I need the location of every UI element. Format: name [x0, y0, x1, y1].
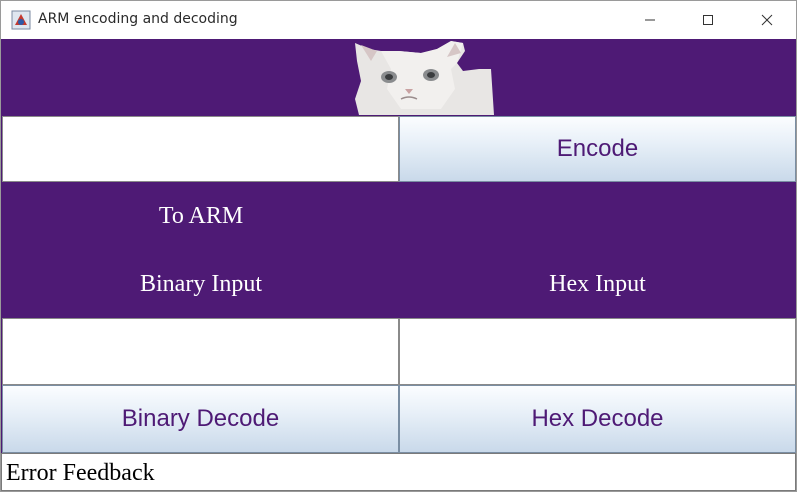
minimize-icon: [644, 11, 656, 30]
title-bar[interactable]: ARM encoding and decoding: [1, 1, 796, 39]
error-feedback: Error Feedback: [1, 453, 796, 491]
maximize-button[interactable]: [679, 1, 737, 39]
java-app-icon: [11, 10, 31, 30]
app-window: ARM encoding and decoding Encode To ARM …: [0, 0, 797, 492]
binary-input-field[interactable]: [2, 318, 399, 385]
binary-input-label: Binary Input: [140, 271, 262, 297]
hex-input-field[interactable]: [399, 318, 796, 385]
close-icon: [761, 11, 773, 30]
crying-cat-image: [351, 39, 495, 115]
encode-input[interactable]: [2, 116, 399, 182]
to-arm-label: To ARM: [158, 203, 244, 229]
hex-input-label: Hex Input: [549, 271, 646, 297]
close-button[interactable]: [738, 1, 796, 39]
minimize-button[interactable]: [621, 1, 679, 39]
encode-button[interactable]: Encode: [399, 116, 796, 182]
binary-decode-button[interactable]: Binary Decode: [2, 385, 399, 453]
maximize-icon: [702, 11, 714, 30]
hex-decode-button[interactable]: Hex Decode: [399, 385, 796, 453]
banner: [1, 39, 796, 116]
main-panel: Encode To ARM Binary Input Hex Input Bin…: [1, 39, 796, 491]
window-title: ARM encoding and decoding: [38, 11, 238, 27]
